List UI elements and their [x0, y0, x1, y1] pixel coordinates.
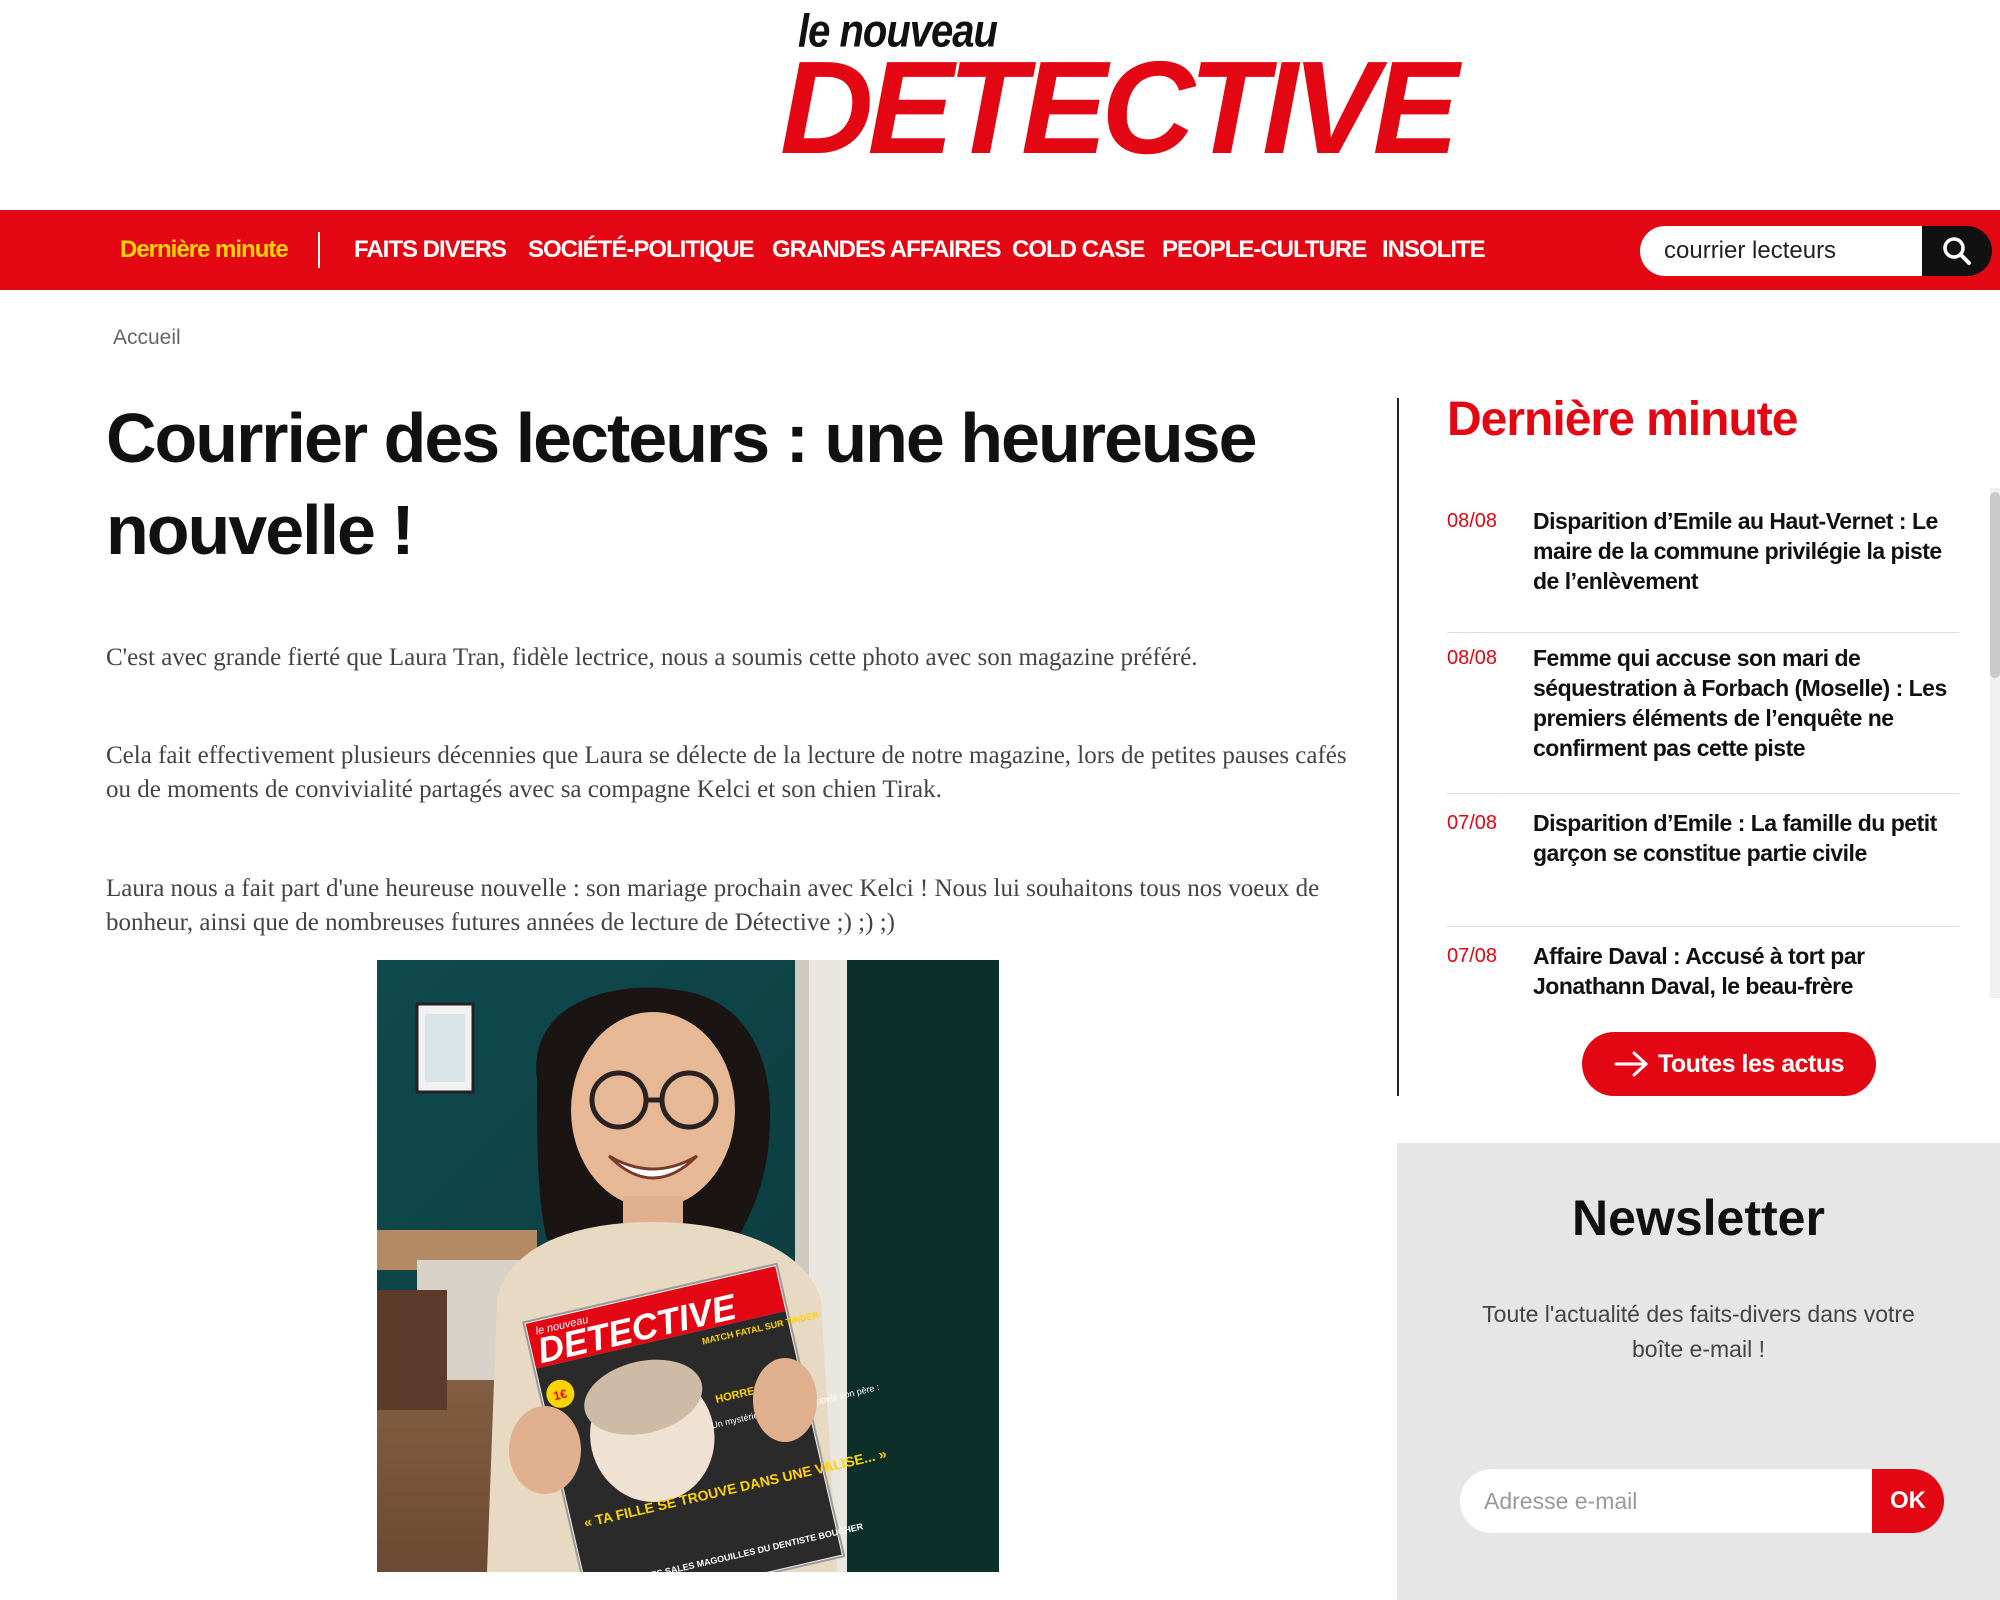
nav-item-societe-politique[interactable]: SOCIÉTÉ-POLITIQUE — [528, 210, 755, 290]
news-scrollbar-thumb[interactable] — [1990, 492, 2000, 678]
sidebar-title: Dernière minute — [1447, 393, 1798, 446]
article-paragraph-1: C'est avec grande fierté que Laura Tran,… — [106, 644, 1198, 671]
news-headline[interactable]: Disparition d’Emile : La famille du peti… — [1533, 794, 1959, 868]
arrow-right-icon — [1614, 1051, 1648, 1077]
newsletter-submit-button[interactable]: OK — [1872, 1469, 1944, 1533]
column-divider — [1397, 398, 1399, 1096]
news-item[interactable]: 08/08 Disparition d’Emile au Haut-Vernet… — [1447, 500, 1959, 633]
news-item[interactable]: 07/08 Affaire Daval : Accusé à tort par … — [1447, 927, 1959, 1000]
article-paragraph-3: Laura nous a fait part d'une heureuse no… — [106, 875, 1320, 936]
news-date: 07/08 — [1447, 945, 1498, 967]
email-field[interactable] — [1460, 1469, 1872, 1533]
all-news-label: Toutes les actus — [1657, 1049, 1845, 1078]
article-title: Courrier des lecteurs : une heureuse nou… — [106, 399, 1258, 569]
site-logo[interactable]: le nouveau DETECTIVE — [780, 0, 1459, 174]
newsletter-title: Newsletter — [1572, 1190, 1825, 1246]
nav-item-cold-case[interactable]: COLD CASE — [1012, 210, 1145, 290]
newsletter-box: Newsletter Toute l'actualité des faits-d… — [1397, 1143, 2000, 1600]
news-item[interactable]: 08/08 Femme qui accuse son mari de séque… — [1447, 633, 1959, 794]
breadcrumb[interactable]: Accueil — [113, 326, 181, 350]
search-box — [1640, 226, 1992, 276]
logo-main-text: DETECTIVE — [780, 34, 1459, 181]
all-news-button[interactable]: Toutes les actus — [1582, 1032, 1876, 1096]
latest-news-list[interactable]: 08/08 Disparition d’Emile au Haut-Vernet… — [1447, 500, 1959, 1000]
nav-item-faits-divers[interactable]: FAITS DIVERS — [354, 210, 507, 290]
photo-illustration: le nouveau DETECTIVE 1€ MATCH FATAL SUR … — [377, 960, 999, 1572]
article-photo: le nouveau DETECTIVE 1€ MATCH FATAL SUR … — [377, 960, 999, 1572]
search-button[interactable] — [1922, 226, 1992, 276]
nav-item-derniere-minute[interactable]: Dernière minute — [120, 210, 289, 290]
news-date: 08/08 — [1447, 647, 1498, 669]
news-date: 07/08 — [1447, 812, 1498, 834]
main-navigation: Dernière minute FAITS DIVERS SOCIÉTÉ-POL… — [0, 210, 2000, 290]
nav-item-people-culture[interactable]: PEOPLE-CULTURE — [1162, 210, 1367, 290]
news-headline[interactable]: Femme qui accuse son mari de séquestrati… — [1533, 633, 1959, 763]
newsletter-description: Toute l'actualité des faits-divers dans … — [1482, 1301, 1915, 1362]
nav-item-grandes-affaires[interactable]: GRANDES AFFAIRES — [772, 210, 1001, 290]
article-paragraph-2: Cela fait effectivement plusieurs décenn… — [106, 742, 1347, 803]
news-date: 08/08 — [1447, 510, 1498, 532]
search-icon — [1943, 237, 1971, 265]
search-input[interactable] — [1640, 226, 1922, 276]
nav-separator — [318, 232, 320, 268]
news-headline[interactable]: Disparition d’Emile au Haut-Vernet : Le … — [1533, 500, 1959, 596]
nav-item-insolite[interactable]: INSOLITE — [1382, 210, 1486, 290]
news-item[interactable]: 07/08 Disparition d’Emile : La famille d… — [1447, 794, 1959, 927]
news-headline[interactable]: Affaire Daval : Accusé à tort par Jonath… — [1533, 927, 1959, 1000]
